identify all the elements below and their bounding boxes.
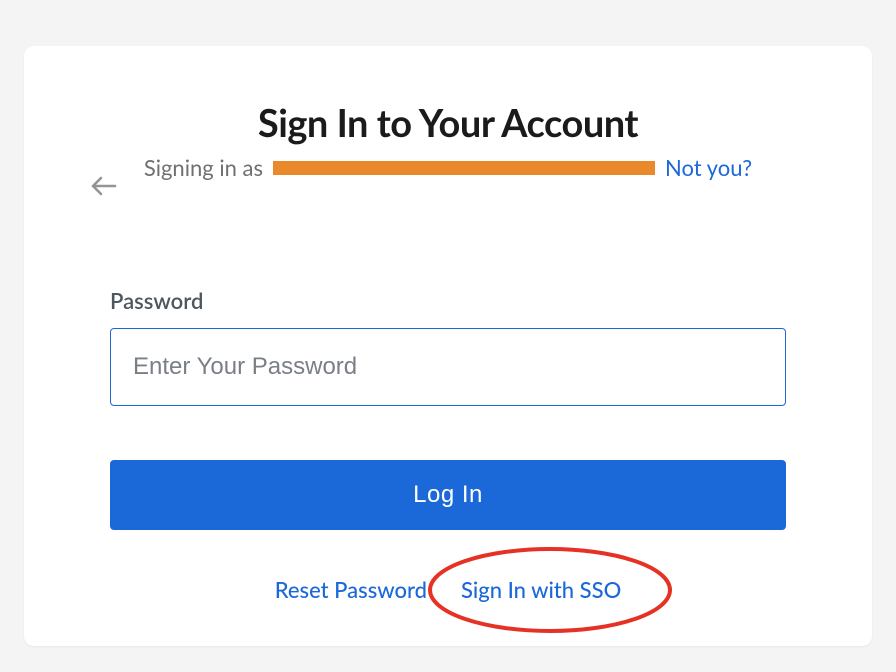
signin-card: Sign In to Your Account Signing in as No… <box>24 46 872 646</box>
not-you-link[interactable]: Not you? <box>665 154 752 181</box>
back-button[interactable] <box>86 170 122 206</box>
login-button[interactable]: Log In <box>110 460 786 530</box>
password-label: Password <box>110 287 786 314</box>
sso-link-wrap: Sign In with SSO <box>461 576 621 603</box>
password-input[interactable] <box>110 328 786 406</box>
arrow-left-icon <box>89 174 119 202</box>
redacted-email <box>273 161 655 175</box>
signing-in-as-line: Signing in as Not you? <box>24 154 872 181</box>
page-title: Sign In to Your Account <box>24 100 872 146</box>
signing-in-as-label: Signing in as <box>144 154 263 181</box>
sign-in-with-sso-link[interactable]: Sign In with SSO <box>461 576 621 603</box>
reset-password-link[interactable]: Reset Password <box>275 576 427 603</box>
secondary-links: Reset Password Sign In with SSO <box>110 576 786 603</box>
password-form: Password Log In Reset Password Sign In w… <box>110 287 786 603</box>
